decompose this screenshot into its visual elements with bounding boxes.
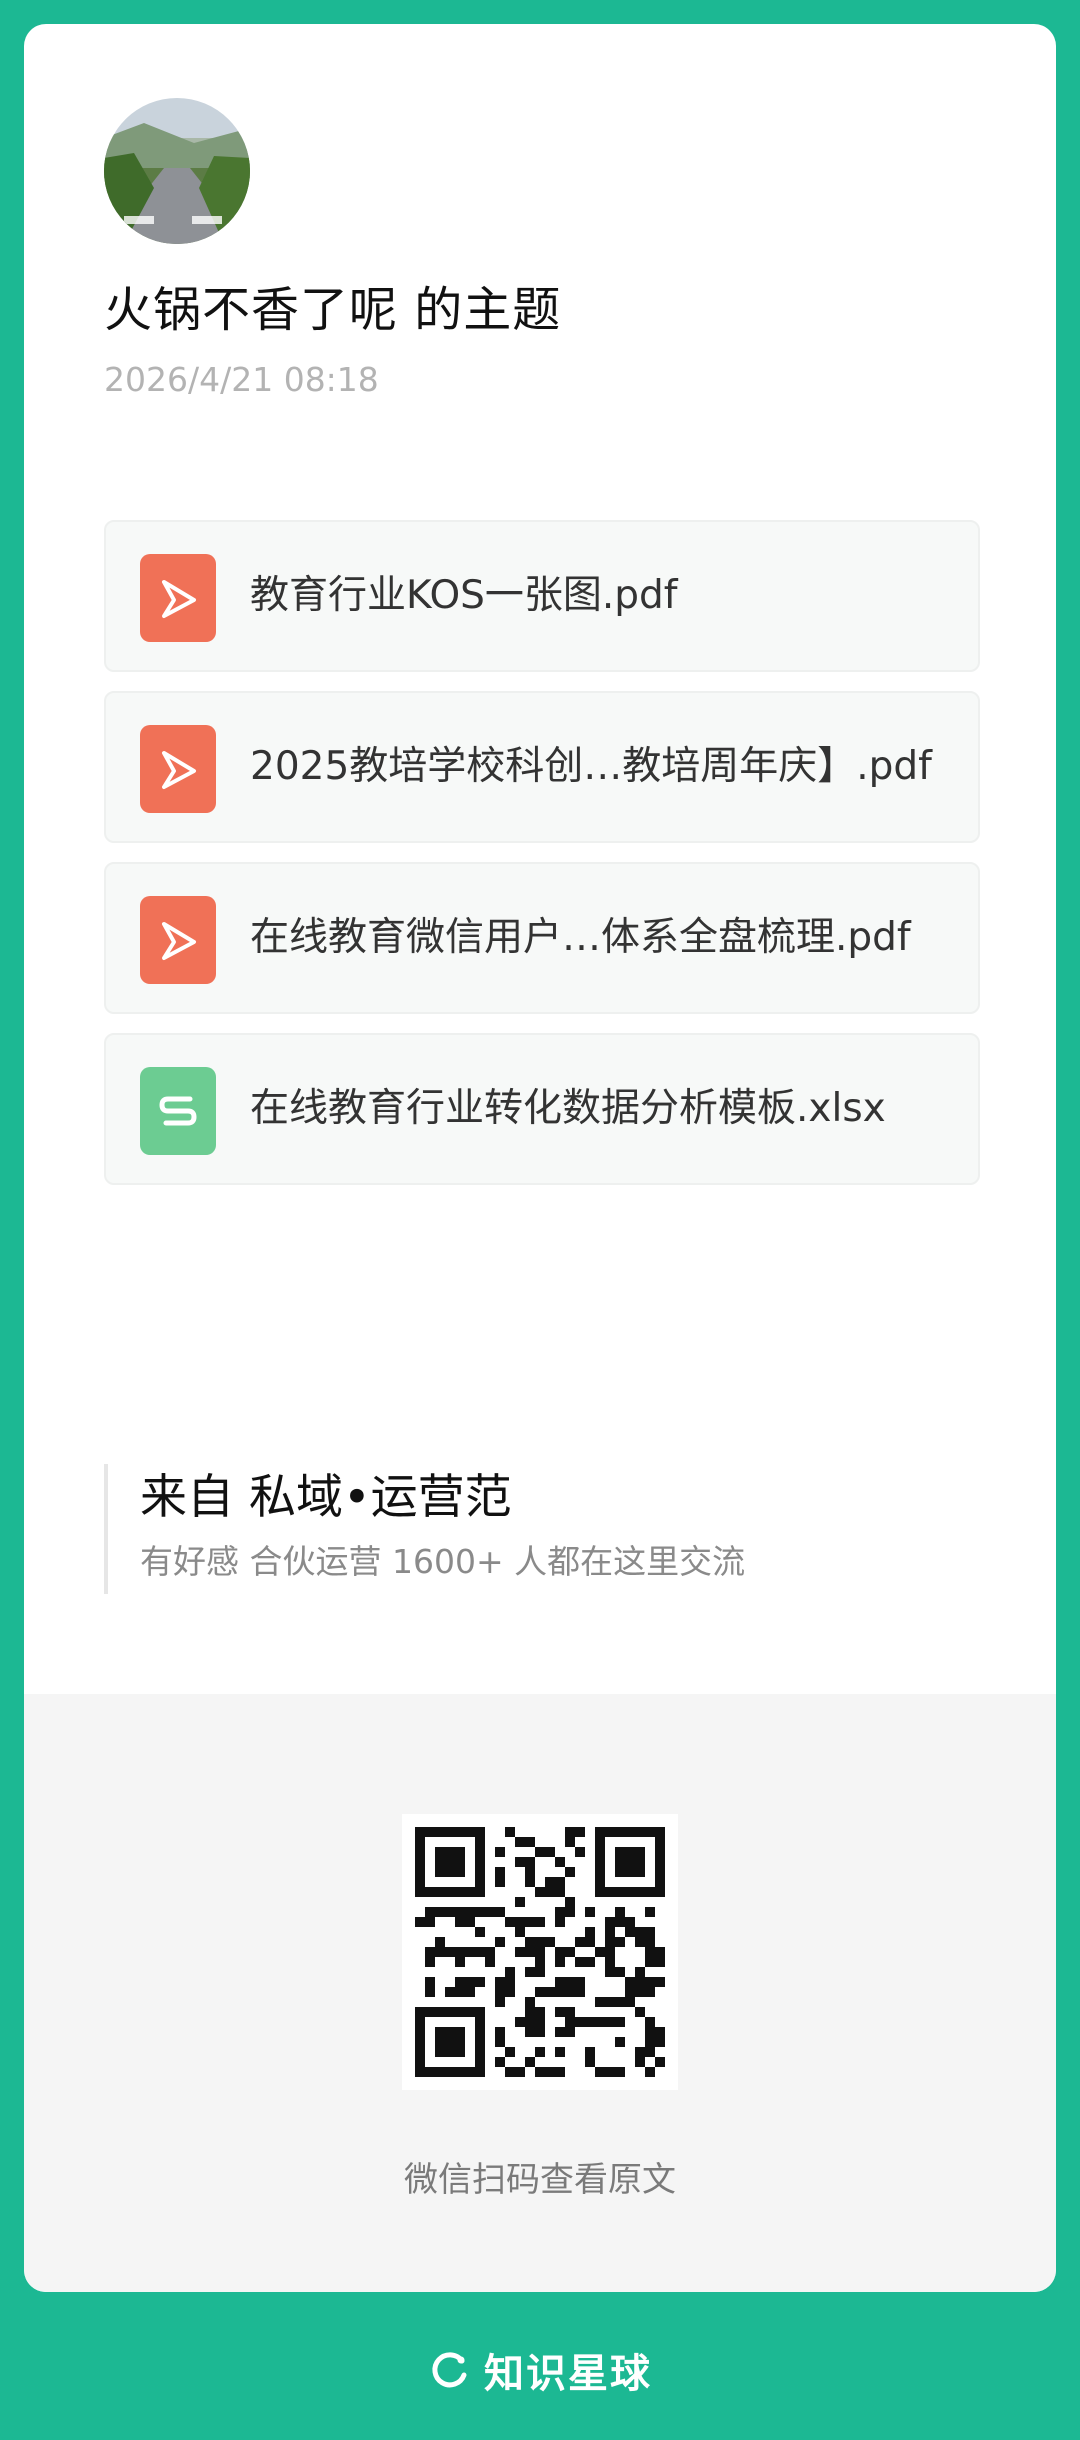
file-item[interactable]: 教育行业KOS一张图.pdf bbox=[104, 520, 980, 672]
file-name: 在线教育行业转化数据分析模板.xlsx bbox=[250, 1086, 886, 1131]
qr-code-icon bbox=[415, 1827, 665, 2077]
planet-logo-icon bbox=[432, 2352, 467, 2388]
qr-section: 微信扫码查看原文 bbox=[24, 1694, 1056, 2292]
source-block[interactable]: 来自 私域•运营范 有好感 合伙运营 1600+ 人都在这里交流 bbox=[104, 1464, 745, 1594]
file-name: 2025教培学校科创…教培周年庆】.pdf bbox=[250, 744, 932, 789]
pdf-icon bbox=[140, 896, 216, 984]
brand-name: 知识星球 bbox=[484, 2351, 652, 2397]
avatar[interactable] bbox=[104, 98, 250, 244]
source-description: 有好感 合伙运营 1600+ 人都在这里交流 bbox=[140, 1542, 746, 1581]
qr-caption: 微信扫码查看原文 bbox=[404, 2160, 676, 2200]
brand-footer: 知识星球 bbox=[0, 2330, 1080, 2410]
spreadsheet-icon bbox=[140, 1067, 216, 1155]
avatar-road-photo-icon bbox=[104, 98, 250, 244]
file-item[interactable]: 在线教育微信用户…体系全盘梳理.pdf bbox=[104, 862, 980, 1014]
post-title: 火锅不香了呢 的主题 bbox=[104, 282, 562, 338]
pdf-icon bbox=[140, 725, 216, 813]
file-name: 教育行业KOS一张图.pdf bbox=[250, 573, 678, 618]
file-name: 在线教育微信用户…体系全盘梳理.pdf bbox=[250, 915, 911, 960]
file-item[interactable]: 在线教育行业转化数据分析模板.xlsx bbox=[104, 1033, 980, 1185]
source-title: 来自 私域•运营范 bbox=[140, 1470, 512, 1525]
post-datetime: 2026/4/21 08:18 bbox=[104, 360, 379, 399]
qr-code[interactable] bbox=[402, 1814, 678, 2090]
pdf-icon bbox=[140, 554, 216, 642]
file-item[interactable]: 2025教培学校科创…教培周年庆】.pdf bbox=[104, 691, 980, 843]
post-card: 火锅不香了呢 的主题 2026/4/21 08:18 教育行业KOS一张图.pd… bbox=[24, 24, 1056, 2292]
file-list: 教育行业KOS一张图.pdf 2025教培学校科创…教培周年庆】.pdf 在线教… bbox=[104, 520, 980, 1204]
